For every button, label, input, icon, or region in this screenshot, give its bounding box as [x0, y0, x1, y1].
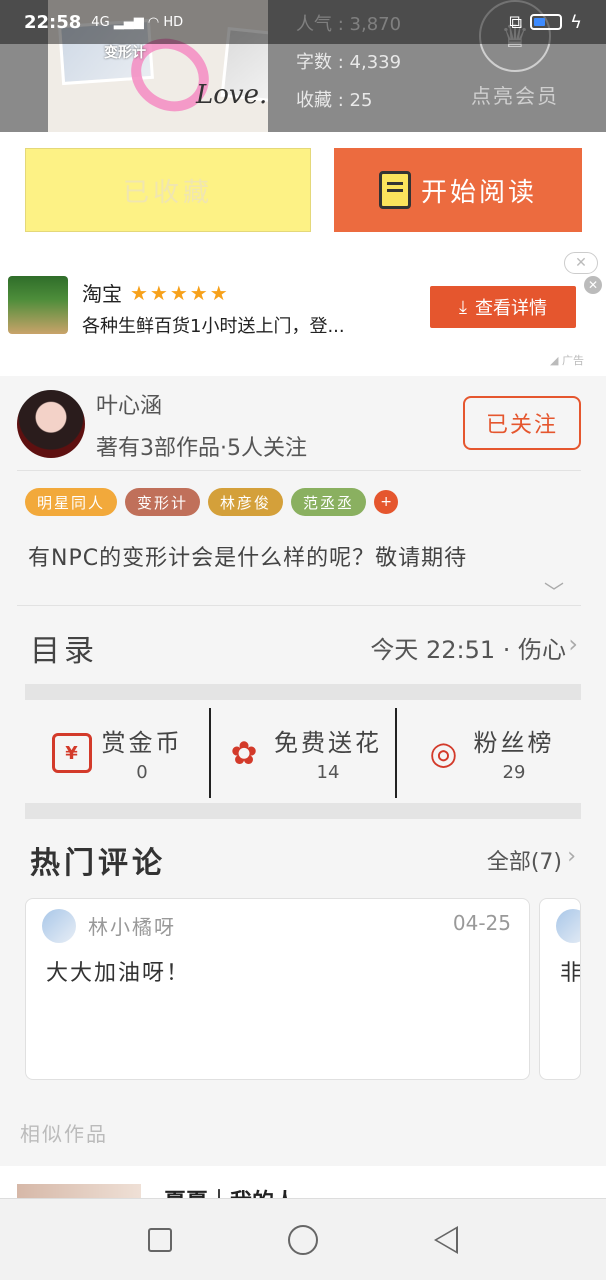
- comment-card[interactable]: 林小橘呀 04-25 大大加油呀！: [25, 898, 530, 1080]
- author-meta: 著有3部作品·5人关注: [96, 436, 307, 461]
- tag-list: 明星同人 变形计 林彦俊 范丞丞 +: [25, 488, 399, 516]
- status-bar: 22:58 4G ▂▄▆ ◠ HD ⧉ ϟ: [0, 0, 606, 44]
- hot-comments-header: 热门评论 全部(7) ›: [0, 830, 606, 890]
- chevron-right-icon: ›: [567, 844, 576, 869]
- start-reading-button[interactable]: 开始阅读: [334, 148, 582, 232]
- ad-dismiss-icon[interactable]: ✕: [584, 276, 602, 294]
- favorited-button[interactable]: 已收藏: [25, 148, 311, 232]
- rating-stars: ★★★★★: [130, 280, 230, 305]
- all-comments-link[interactable]: 全部(7): [487, 844, 562, 876]
- toc-label: 目录: [30, 634, 98, 669]
- commenter-name: 林小橘呀: [88, 915, 176, 939]
- battery-icon: [530, 14, 563, 30]
- expand-chevron-icon[interactable]: ﹀: [544, 576, 564, 605]
- more-tags-button[interactable]: +: [374, 490, 399, 514]
- download-icon: ⤓: [459, 296, 467, 318]
- section-separator: [25, 684, 581, 700]
- section-separator: [25, 803, 581, 819]
- send-flower-button[interactable]: ✿ 免费送花 14: [209, 708, 395, 798]
- system-nav-bar: [0, 1198, 606, 1280]
- ad-title: 淘宝 ★★★★★: [82, 280, 230, 307]
- table-of-contents-row[interactable]: 目录 今天 22:51 · 伤心 ›: [0, 606, 606, 682]
- reward-label: 赏金币: [101, 729, 183, 757]
- home-icon[interactable]: [288, 1224, 318, 1255]
- back-icon[interactable]: [434, 1225, 458, 1254]
- hot-comments-title: 热门评论: [30, 846, 166, 881]
- comment-card[interactable]: 非: [539, 898, 581, 1080]
- ad-details-button[interactable]: ⤓ 查看详情: [430, 286, 576, 328]
- recent-apps-icon[interactable]: [148, 1227, 172, 1252]
- cover-tag: 变形计: [104, 45, 146, 61]
- author-name[interactable]: 叶心涵: [96, 388, 162, 420]
- reward-label: 粉丝榜: [473, 729, 555, 757]
- flower-icon: ✿: [230, 734, 258, 772]
- red-envelope-icon: ¥: [51, 733, 92, 773]
- stat-favorites: 收藏 : 25: [296, 90, 373, 111]
- reward-count: 14: [316, 762, 340, 783]
- stat-word-count: 字数 : 4,339: [296, 52, 402, 73]
- chevron-right-icon: ›: [568, 630, 578, 658]
- ad-thumbnail: [8, 276, 68, 334]
- commenter-avatar[interactable]: [556, 909, 580, 943]
- reward-bar: ¥ 赏金币 0 ✿ 免费送花 14 ◎ 粉丝榜 29: [25, 708, 581, 798]
- reward-count: 29: [502, 762, 526, 783]
- fan-ranking-button[interactable]: ◎ 粉丝榜 29: [395, 708, 581, 798]
- action-bar: 已收藏 开始阅读: [0, 132, 606, 246]
- comment-date: 04-25: [452, 911, 511, 935]
- charging-icon: ϟ: [570, 11, 582, 33]
- cover-script: Love.: [196, 80, 268, 110]
- tag-pill[interactable]: 变形计: [125, 488, 201, 516]
- book-icon: [378, 171, 411, 209]
- signal-icon: 4G ▂▄▆ ◠ HD: [91, 14, 184, 30]
- latest-chapter: 今天 22:51 · 伤心: [370, 636, 566, 664]
- commenter-avatar[interactable]: [42, 909, 76, 943]
- start-reading-label: 开始阅读: [420, 177, 537, 208]
- ad-close-button[interactable]: ✕: [564, 252, 598, 274]
- tag-pill[interactable]: 明星同人: [25, 488, 118, 516]
- similar-works-title: 相似作品: [20, 1122, 108, 1146]
- status-time: 22:58: [24, 11, 82, 33]
- follow-button[interactable]: 已关注: [463, 396, 581, 450]
- vip-label: 点亮会员: [471, 84, 559, 108]
- ad-description: 各种生鲜百货1小时送上门，登...: [82, 316, 345, 337]
- ad-label: ◢ 广告: [550, 354, 584, 367]
- author-avatar[interactable]: [17, 390, 85, 458]
- tag-pill[interactable]: 范丞丞: [291, 488, 367, 516]
- vibrate-icon: ⧉: [509, 11, 523, 33]
- reward-count: 0: [136, 762, 148, 783]
- divider: [17, 470, 581, 471]
- comment-body: 大大加油呀！: [46, 961, 191, 986]
- comment-body: 非: [560, 955, 580, 987]
- reward-label: 免费送花: [274, 729, 382, 757]
- tag-pill[interactable]: 林彦俊: [208, 488, 284, 516]
- book-description: 有NPC的变形计会是什么样的呢？敬请期待: [28, 546, 468, 571]
- medal-icon: ◎: [429, 734, 458, 772]
- ad-banner[interactable]: 淘宝 ★★★★★ 各种生鲜百货1小时送上门，登... ⤓ 查看详情 ✕ ✕ ◢ …: [0, 246, 606, 376]
- reward-coins-button[interactable]: ¥ 赏金币 0: [25, 708, 209, 798]
